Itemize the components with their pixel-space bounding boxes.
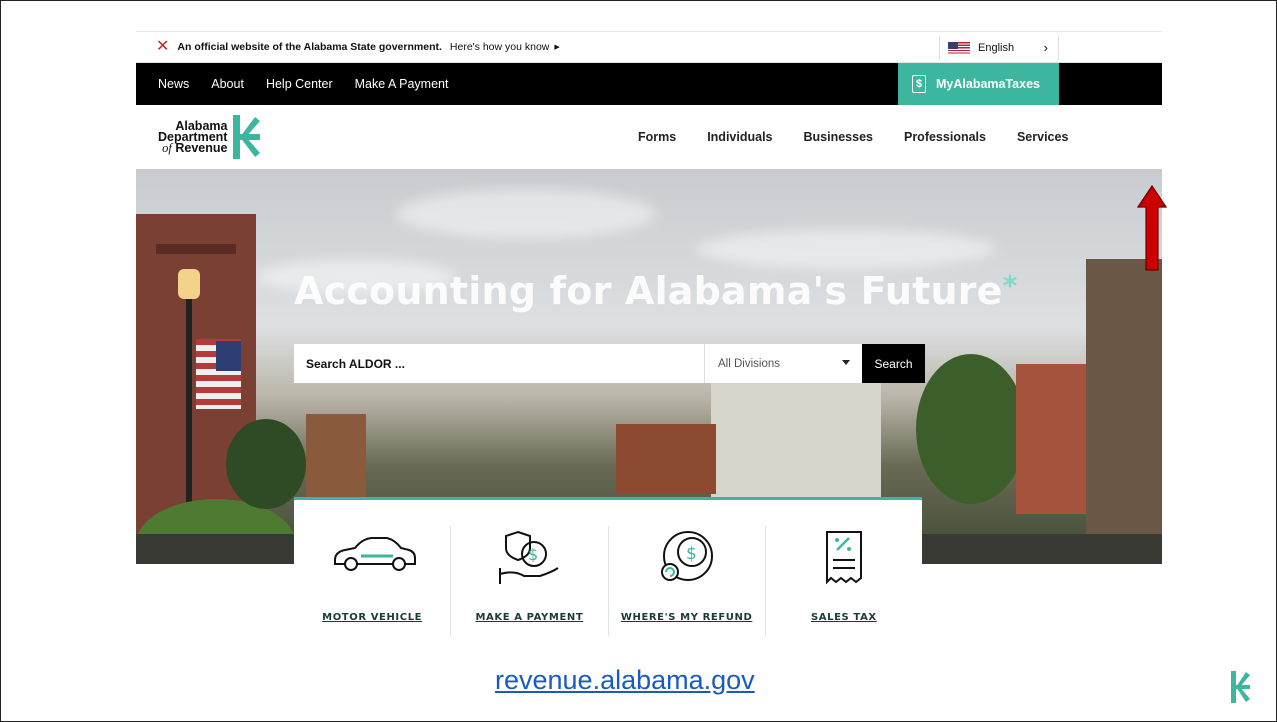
division-select[interactable]: All Divisions [704, 344, 862, 383]
quick-link-label: WHERE'S MY REFUND [620, 612, 753, 623]
hand-dollar-icon: $ [499, 530, 559, 584]
chevron-right-icon: › [1043, 40, 1048, 55]
main-nav-professionals[interactable]: Professionals [904, 130, 986, 144]
logo-line-of: of [162, 140, 172, 155]
flag-canton [216, 341, 241, 371]
brick-building-right [1016, 364, 1096, 514]
cornice [156, 244, 236, 254]
svg-text:$: $ [686, 544, 697, 564]
division-select-value: All Divisions [718, 357, 780, 370]
search-button[interactable]: Search [862, 344, 925, 383]
revenue-site-link[interactable]: revenue.alabama.gov [495, 665, 755, 696]
my-alabama-taxes-button[interactable]: $ MyAlabamaTaxes [898, 63, 1059, 105]
nav-make-a-payment[interactable]: Make A Payment [355, 77, 449, 91]
main-nav-services[interactable]: Services [1017, 130, 1068, 144]
right-building [1086, 259, 1162, 564]
refund-coin-icon: $ [660, 531, 713, 581]
main-nav: Forms Individuals Businesses Professiona… [638, 105, 1068, 169]
gov-banner: ✕ An official website of the Alabama Sta… [136, 31, 1162, 63]
nav-help-center[interactable]: Help Center [266, 77, 333, 91]
language-label: English [978, 42, 1015, 54]
street-lamp [178, 269, 200, 299]
quick-link-label: MOTOR VEHICLE [322, 612, 423, 623]
tree [226, 419, 306, 509]
alabama-flag-icon: ✕ [156, 38, 170, 55]
main-nav-individuals[interactable]: Individuals [707, 130, 772, 144]
car-icon [334, 537, 417, 571]
main-nav-forms[interactable]: Forms [638, 130, 676, 144]
quick-link-wheres-my-refund[interactable]: $ WHERE'S MY REFUND [607, 526, 765, 636]
cloud [696, 229, 996, 269]
language-selector[interactable]: English › [939, 36, 1059, 60]
hero-title-text: Accounting for Alabama's Future [294, 269, 1003, 313]
nav-about[interactable]: About [211, 77, 244, 91]
logo-wordmark: Alabama Department of Revenue [158, 119, 228, 155]
receipt-icon [825, 531, 862, 585]
brick-building [616, 424, 716, 494]
caret-right-icon: ▶ [554, 44, 560, 51]
quick-link-sales-tax[interactable]: SALES TAX [764, 526, 922, 636]
quick-link-label: SALES TAX [811, 612, 877, 623]
svg-text:$: $ [528, 545, 538, 564]
nav-news[interactable]: News [158, 77, 189, 91]
cloud [396, 189, 656, 239]
site-search: All Divisions Search [294, 344, 925, 383]
hero-title: Accounting for Alabama's Future* [294, 269, 1018, 313]
website-screenshot: ✕ An official website of the Alabama Sta… [136, 31, 1167, 564]
quick-link-make-a-payment[interactable]: $ MAKE A PAYMENT [450, 526, 607, 636]
official-website-text: An official website of the Alabama State… [177, 41, 442, 53]
how-you-know-link[interactable]: Here's how you know [450, 41, 549, 53]
tree [916, 354, 1026, 504]
asterisk-logo-icon [233, 115, 261, 159]
site-header: Alabama Department of Revenue Forms Indi… [136, 105, 1162, 169]
quick-link-motor-vehicle[interactable]: MOTOR VEHICLE [294, 526, 450, 636]
caret-down-icon [842, 360, 850, 365]
red-arrow-annotation [1137, 185, 1167, 271]
main-nav-businesses[interactable]: Businesses [804, 130, 873, 144]
asterisk-icon: * [1002, 269, 1018, 302]
dollar-document-icon: $ [912, 75, 926, 93]
aldor-logo[interactable]: Alabama Department of Revenue [158, 113, 261, 161]
asterisk-logo-icon [1231, 671, 1250, 703]
slide: ✕ An official website of the Alabama Sta… [0, 0, 1277, 722]
logo-line-revenue: Revenue [175, 140, 228, 155]
utility-nav: News About Help Center Make A Payment $ … [136, 63, 1162, 105]
distant-building [306, 414, 366, 504]
quick-link-label: MAKE A PAYMENT [475, 612, 584, 623]
quick-links: MOTOR VEHICLE $ MAKE A PAYMENT $ WHERE'S… [294, 497, 922, 642]
my-alabama-taxes-label: MyAlabamaTaxes [936, 77, 1040, 91]
search-input[interactable] [294, 344, 704, 383]
white-building [711, 379, 881, 499]
us-flag-icon [948, 41, 970, 55]
